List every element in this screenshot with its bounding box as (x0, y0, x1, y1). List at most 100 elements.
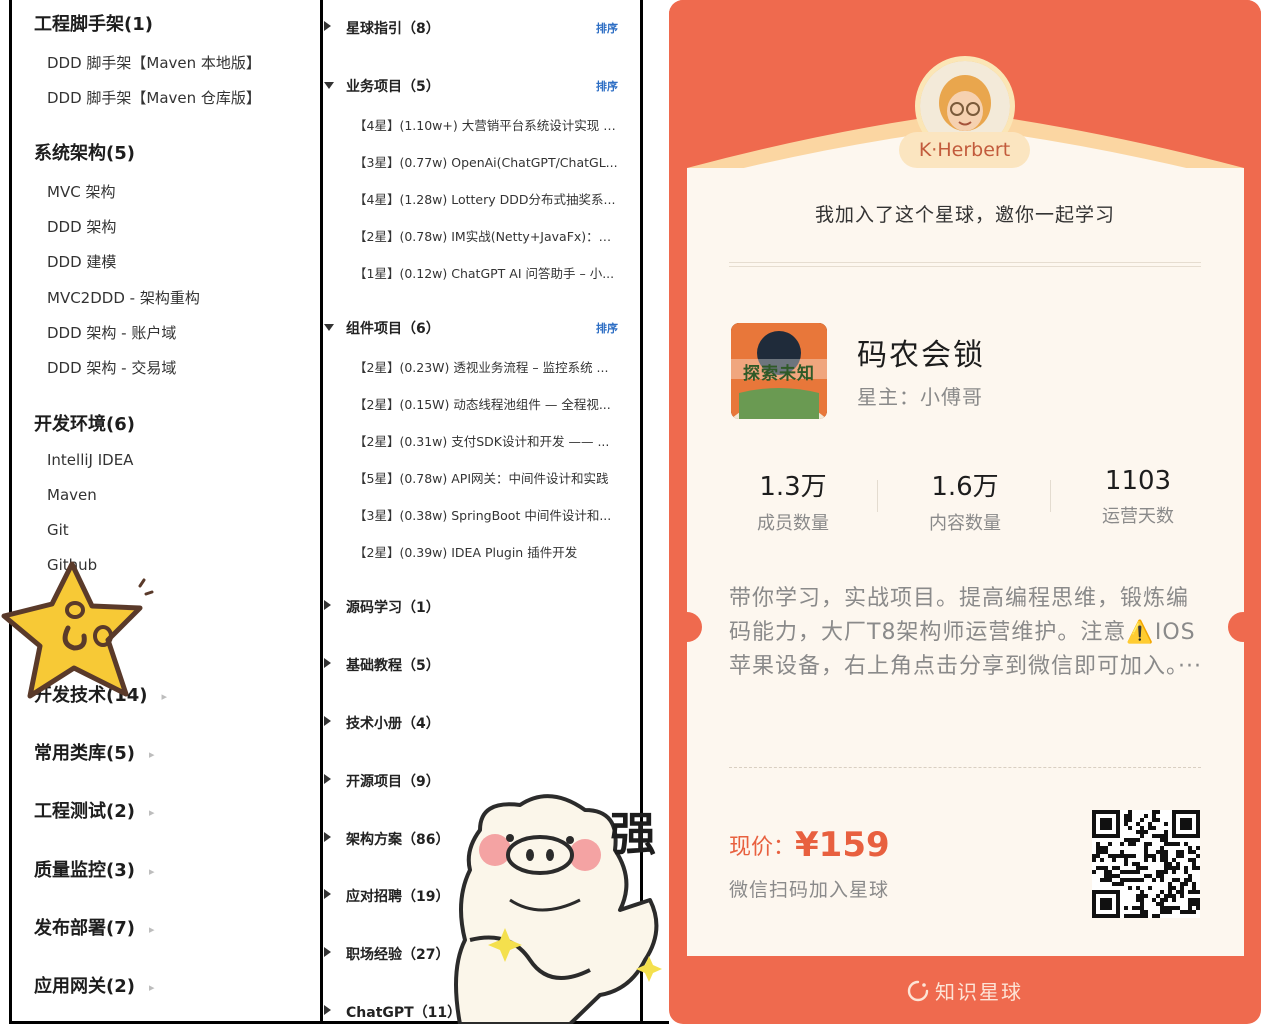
category-item[interactable]: DDD 架构 (47, 216, 116, 237)
qr-code[interactable] (1092, 810, 1200, 918)
topic-group-label: 业务项目（5） (346, 79, 440, 95)
category-section-collapsed[interactable]: 质量监控(3) ▸ (34, 856, 155, 882)
topic-item[interactable]: 【2星】(0.78w) IM实战(Netty+JavaFx)：仿... (354, 226, 620, 245)
pig-sticker-text: 强 (610, 807, 656, 861)
card-notch (672, 612, 702, 642)
category-section-collapsed[interactable]: 常用类库(5) ▸ (34, 739, 155, 765)
category-section[interactable]: 工程脚手架(1) (34, 10, 153, 36)
topic-group-label: 应对招聘（19） (346, 889, 450, 905)
topic-group[interactable]: 源码学习（1） (324, 597, 642, 619)
pig-sticker: 强 (454, 794, 662, 1024)
topic-group[interactable]: 组件项目（6） 排序 (324, 318, 642, 340)
chevron-right-icon: ▸ (148, 922, 155, 936)
category-item[interactable]: DDD 脚手架【Maven 本地版】 (47, 52, 261, 73)
topic-group[interactable]: 业务项目（5） 排序 (324, 76, 642, 98)
divider (729, 262, 1201, 263)
category-section-collapsed[interactable]: 工程测试(2) ▸ (34, 797, 155, 823)
category-section[interactable]: 系统架构(5) (34, 139, 135, 165)
category-tree: 工程脚手架(1) DDD 脚手架【Maven 本地版】 DDD 脚手架【Maven … (0, 0, 322, 1024)
invite-card: K·Herbert 我加入了这个星球，邀你一起学习 探索未知 码农会锁 星主：小… (669, 0, 1261, 1024)
category-section[interactable]: 开发环境(6) (34, 410, 135, 436)
category-item[interactable]: DDD 建模 (47, 251, 116, 272)
category-item[interactable]: MVC 架构 (47, 181, 115, 202)
caret-right-icon[interactable] (324, 600, 331, 610)
topic-item[interactable]: 【3星】(0.77w) OpenAi(ChatGPT/ChatGL... (354, 152, 620, 171)
topic-group-label: 职场经验（27） (346, 947, 450, 963)
chevron-right-icon: ▸ (148, 805, 155, 819)
topic-group-label: 技术小册（4） (346, 716, 440, 732)
topic-item[interactable]: 【1星】(0.12w) ChatGPT AI 问答助手 – 小... (354, 263, 620, 282)
topic-group-label: 星球指引（8） (346, 21, 440, 37)
topic-group-label: ChatGPT（11） (346, 1005, 462, 1021)
stat-label: 内容数量 (929, 513, 1001, 534)
topic-item[interactable]: 【2星】(0.39w) IDEA Plugin 插件开发 (354, 542, 620, 561)
star-sticker (1, 561, 154, 699)
topic-item[interactable]: 【2星】(0.23W) 透视业务流程 – 监控系统 ... (354, 357, 620, 376)
chevron-right-icon: ▸ (161, 689, 168, 703)
topic-group-label: 源码学习（1） (346, 600, 440, 616)
brand-logo-icon (907, 980, 929, 1001)
dashed-divider (729, 767, 1201, 768)
chevron-right-icon: ▸ (148, 864, 155, 878)
divider (9, 0, 12, 1024)
planet-cover-text: 探索未知 (743, 364, 815, 384)
caret-right-icon[interactable] (324, 658, 331, 668)
category-item[interactable]: DDD 架构 - 交易域 (47, 357, 176, 378)
sort-button[interactable]: 排序 (596, 320, 618, 336)
scan-hint: 微信扫码加入星球 (729, 879, 890, 901)
caret-right-icon[interactable] (324, 716, 331, 726)
category-section-collapsed[interactable]: 应用网关(2) ▸ (34, 972, 155, 998)
caret-down-icon[interactable] (324, 82, 334, 89)
topic-item[interactable]: 【3星】(0.38w) SpringBoot 中间件设计和... (354, 505, 620, 524)
topic-item[interactable]: 【5星】(0.78w) API网关：中间件设计和实践 (354, 468, 620, 487)
chevron-right-icon: ▸ (148, 980, 155, 994)
category-item[interactable]: MVC2DDD - 架构重构 (47, 287, 200, 308)
caret-right-icon[interactable] (324, 1005, 331, 1015)
category-section-label: 质量监控(3) (34, 860, 135, 881)
topic-item[interactable]: 【4星】(1.28w) Lottery DDD分布式抽奖系... (354, 189, 620, 208)
stat-label: 成员数量 (757, 513, 829, 534)
divider (729, 266, 1201, 267)
brand-name: 知识星球 (935, 980, 1023, 1004)
stat-members: 1.3万 成员数量 (713, 466, 873, 535)
stat-content: 1.6万 内容数量 (885, 466, 1045, 535)
planet-name: 码农会锁 (857, 338, 985, 373)
price: 现价：¥159 (729, 825, 890, 865)
brand-footer: 知识星球 (669, 976, 1261, 1005)
caret-right-icon[interactable] (324, 889, 331, 899)
topic-group-label: 架构方案（86） (346, 832, 450, 848)
username-badge: K·Herbert (899, 132, 1030, 168)
topic-group[interactable]: 星球指引（8） 排序 (324, 18, 642, 40)
category-section-collapsed[interactable]: 发布部署(7) ▸ (34, 914, 155, 940)
stat-separator (877, 480, 878, 512)
topic-item[interactable]: 【4星】(1.10w+) 大营销平台系统设计实现 –... (354, 115, 620, 134)
topic-group[interactable]: 技术小册（4） (324, 713, 642, 735)
sort-button[interactable]: 排序 (596, 20, 618, 36)
sort-button[interactable]: 排序 (596, 78, 618, 94)
category-item[interactable]: IntelliJ IDEA (47, 451, 133, 469)
caret-down-icon[interactable] (324, 324, 334, 331)
planet-description: 带你学习，实战项目。提高编程思维，锻炼编码能力，大厂T8架构师运营维护。注意⚠️… (729, 586, 1202, 679)
category-item[interactable]: DDD 架构 - 账户域 (47, 322, 176, 343)
caret-right-icon[interactable] (324, 832, 331, 842)
topic-item[interactable]: 【2星】(0.31w) 支付SDK设计和开发 —— ... (354, 431, 620, 450)
planet-cover[interactable]: 探索未知 (731, 323, 827, 419)
category-item[interactable]: Maven (47, 486, 97, 504)
stat-separator (1050, 480, 1051, 512)
card-notch (1228, 612, 1258, 642)
category-item[interactable]: Git (47, 521, 69, 539)
stat-value: 1.6万 (931, 472, 999, 502)
category-section-label: 发布部署(7) (34, 918, 135, 939)
category-section-label: 常用类库(5) (34, 743, 135, 764)
caret-right-icon[interactable] (324, 947, 331, 957)
invite-text: 我加入了这个星球，邀你一起学习 (814, 204, 1115, 226)
caret-right-icon[interactable] (324, 21, 331, 31)
stat-label: 运营天数 (1102, 506, 1174, 527)
caret-right-icon[interactable] (324, 774, 331, 784)
topic-group-label: 开源项目（9） (346, 774, 440, 790)
category-item[interactable]: DDD 脚手架【Maven 仓库版】 (47, 87, 261, 108)
topic-group[interactable]: 基础教程（5） (324, 655, 642, 677)
topic-group-label: 基础教程（5） (346, 658, 440, 674)
topic-item[interactable]: 【2星】(0.15W) 动态线程池组件 — 全程视... (354, 394, 620, 413)
category-section-label: 工程测试(2) (34, 801, 135, 822)
